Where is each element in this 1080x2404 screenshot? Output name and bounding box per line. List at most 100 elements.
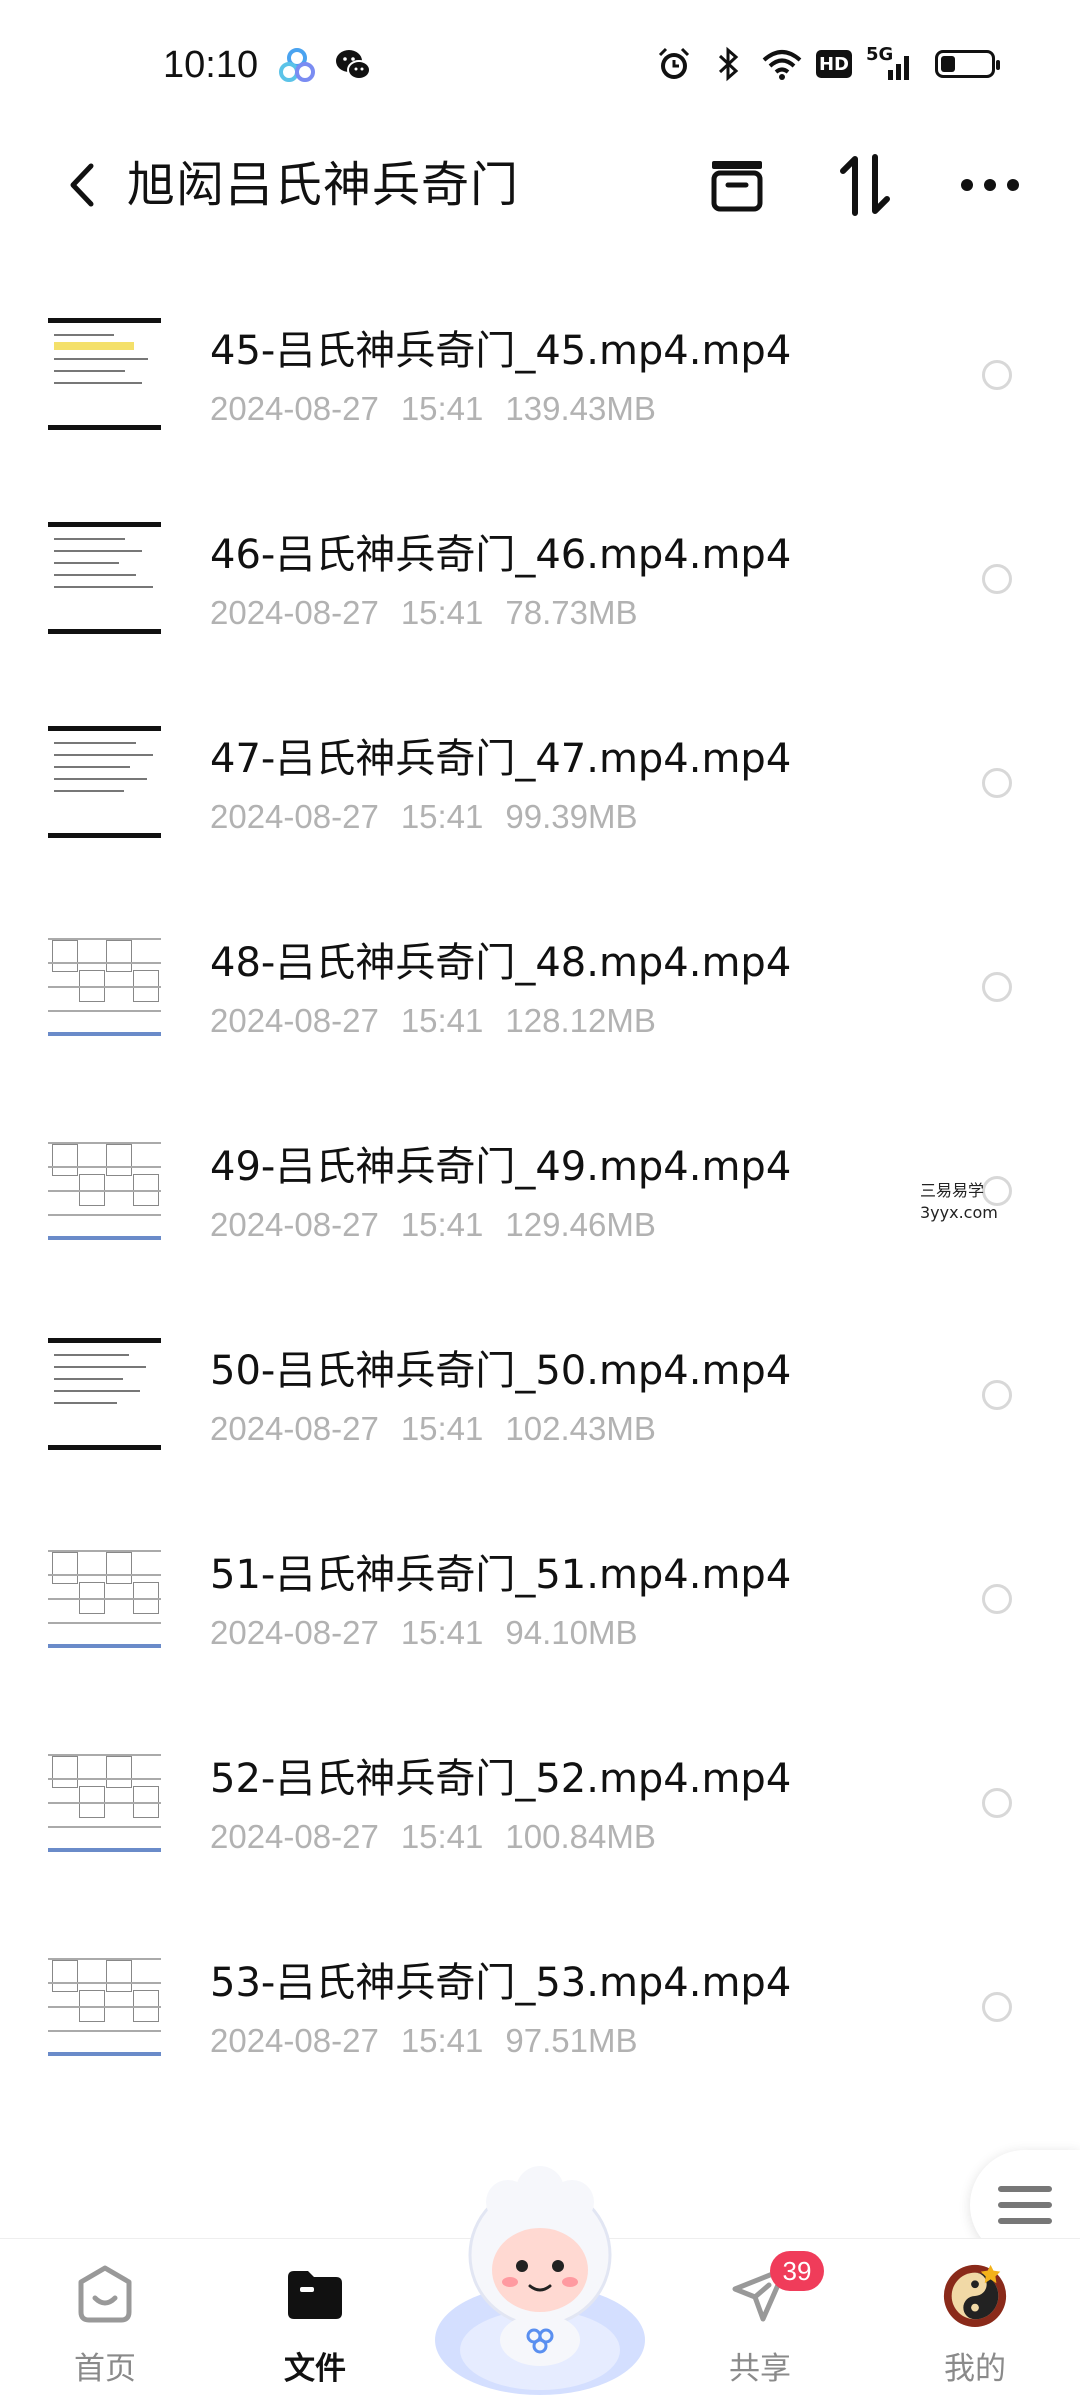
file-meta: 2024-08-27 15:41 100.84MB bbox=[210, 1818, 678, 1856]
file-size: 99.39MB bbox=[505, 798, 638, 835]
watermark-line2: 3yyx.com bbox=[920, 1203, 998, 1222]
hd-icon: HD bbox=[816, 50, 852, 78]
file-time: 15:41 bbox=[400, 1614, 484, 1651]
file-meta: 2024-08-27 15:41 128.12MB bbox=[210, 1002, 678, 1040]
archive-icon bbox=[711, 161, 763, 212]
more-button[interactable] bbox=[955, 150, 1025, 220]
file-meta: 2024-08-27 15:41 102.43MB bbox=[210, 1410, 678, 1448]
file-name: 52-吕氏神兵奇门_52.mp4.mp4 bbox=[210, 1756, 792, 1802]
back-icon bbox=[70, 163, 94, 207]
file-date: 2024-08-27 bbox=[210, 1002, 379, 1039]
status-time: 10:10 bbox=[163, 44, 259, 86]
select-radio[interactable] bbox=[982, 1992, 1012, 2022]
file-size: 128.12MB bbox=[505, 1002, 656, 1039]
battery-icon bbox=[930, 44, 1000, 84]
alarm-icon bbox=[654, 44, 694, 84]
file-time: 15:41 bbox=[400, 2022, 484, 2059]
file-size: 94.10MB bbox=[505, 1614, 638, 1651]
file-size: 139.43MB bbox=[505, 390, 656, 427]
file-row[interactable]: 45-吕氏神兵奇门_45.mp4.mp4 2024-08-27 15:41 139.4… bbox=[0, 290, 1080, 494]
select-radio[interactable] bbox=[982, 360, 1012, 390]
select-radio[interactable] bbox=[982, 972, 1012, 1002]
status-bar: 10:10 HD 5G bbox=[0, 0, 1080, 130]
page-title: 旭闳吕氏神兵奇门 bbox=[127, 157, 520, 213]
nav-share[interactable]: 39 共享 bbox=[700, 2251, 824, 2399]
mascot-icon bbox=[435, 2166, 645, 2395]
file-row[interactable]: 50-吕氏神兵奇门_50.mp4.mp4 2024-08-27 15:41 102.4… bbox=[0, 1310, 1080, 1514]
file-time: 15:41 bbox=[400, 1818, 484, 1855]
file-size: 97.51MB bbox=[505, 2022, 638, 2059]
video-thumbnail bbox=[48, 1132, 161, 1248]
file-name: 49-吕氏神兵奇门_49.mp4.mp4 bbox=[210, 1144, 792, 1190]
select-radio[interactable] bbox=[982, 1584, 1012, 1614]
file-date: 2024-08-27 bbox=[210, 1614, 379, 1651]
nav-home[interactable]: 首页 bbox=[45, 2259, 165, 2399]
video-thumbnail bbox=[48, 1744, 161, 1860]
bluetooth-icon bbox=[708, 44, 748, 84]
folder-icon bbox=[280, 2259, 350, 2329]
nav-home-label: 首页 bbox=[74, 2351, 136, 2387]
file-date: 2024-08-27 bbox=[210, 1206, 379, 1243]
file-name: 46-吕氏神兵奇门_46.mp4.mp4 bbox=[210, 532, 792, 578]
file-time: 15:41 bbox=[400, 390, 484, 427]
nav-files-label: 文件 bbox=[284, 2351, 346, 2387]
file-name: 47-吕氏神兵奇门_47.mp4.mp4 bbox=[210, 736, 792, 782]
menu-lines-icon bbox=[998, 2186, 1052, 2224]
file-row[interactable]: 52-吕氏神兵奇门_52.mp4.mp4 2024-08-27 15:41 100.8… bbox=[0, 1718, 1080, 1922]
home-icon bbox=[70, 2259, 140, 2329]
nav-share-label: 共享 bbox=[729, 2351, 791, 2387]
file-date: 2024-08-27 bbox=[210, 2022, 379, 2059]
select-radio[interactable] bbox=[982, 768, 1012, 798]
select-radio[interactable] bbox=[982, 1380, 1012, 1410]
file-date: 2024-08-27 bbox=[210, 798, 379, 835]
file-row[interactable]: 51-吕氏神兵奇门_51.mp4.mp4 2024-08-27 15:41 94.10… bbox=[0, 1514, 1080, 1718]
file-date: 2024-08-27 bbox=[210, 1410, 379, 1447]
file-name: 51-吕氏神兵奇门_51.mp4.mp4 bbox=[210, 1552, 792, 1598]
file-row[interactable]: 49-吕氏神兵奇门_49.mp4.mp4 2024-08-27 15:41 129.4… bbox=[0, 1106, 1080, 1310]
file-name: 50-吕氏神兵奇门_50.mp4.mp4 bbox=[210, 1348, 792, 1394]
file-date: 2024-08-27 bbox=[210, 1818, 379, 1855]
file-time: 15:41 bbox=[400, 1002, 484, 1039]
nav-profile[interactable]: 我的 bbox=[915, 2259, 1035, 2399]
file-name: 48-吕氏神兵奇门_48.mp4.mp4 bbox=[210, 940, 792, 986]
file-size: 78.73MB bbox=[505, 594, 638, 631]
sort-icon bbox=[840, 154, 890, 216]
video-thumbnail bbox=[48, 724, 161, 840]
header: 旭闳吕氏神兵奇门 bbox=[0, 130, 1080, 240]
archive-button[interactable] bbox=[702, 150, 772, 220]
video-thumbnail bbox=[48, 520, 161, 636]
file-size: 100.84MB bbox=[505, 1818, 656, 1855]
file-date: 2024-08-27 bbox=[210, 390, 379, 427]
file-size: 102.43MB bbox=[505, 1410, 656, 1447]
file-row[interactable]: 48-吕氏神兵奇门_48.mp4.mp4 2024-08-27 15:41 128.1… bbox=[0, 902, 1080, 1106]
nav-profile-label: 我的 bbox=[944, 2351, 1006, 2387]
select-radio[interactable] bbox=[982, 564, 1012, 594]
wechat-icon bbox=[334, 46, 372, 84]
share-badge: 39 bbox=[770, 2251, 824, 2291]
back-button[interactable] bbox=[52, 150, 112, 220]
sort-button[interactable] bbox=[830, 150, 900, 220]
cloud-app-icon bbox=[278, 46, 316, 84]
watermark: 三易易学 3yyx.com bbox=[920, 1180, 998, 1224]
more-icon bbox=[961, 179, 1019, 191]
video-thumbnail bbox=[48, 1336, 161, 1452]
select-radio[interactable] bbox=[982, 1788, 1012, 1818]
file-time: 15:41 bbox=[400, 1410, 484, 1447]
video-thumbnail bbox=[48, 1540, 161, 1656]
file-name: 45-吕氏神兵奇门_45.mp4.mp4 bbox=[210, 328, 792, 374]
file-row[interactable]: 47-吕氏神兵奇门_47.mp4.mp4 2024-08-27 15:41 99.39… bbox=[0, 698, 1080, 902]
video-thumbnail bbox=[48, 316, 161, 432]
file-meta: 2024-08-27 15:41 78.73MB bbox=[210, 594, 660, 632]
mascot-button[interactable] bbox=[430, 2140, 650, 2400]
nav-files[interactable]: 文件 bbox=[255, 2259, 375, 2399]
file-row[interactable]: 53-吕氏神兵奇门_53.mp4.mp4 2024-08-27 15:41 97.51… bbox=[0, 1922, 1080, 2126]
file-time: 15:41 bbox=[400, 798, 484, 835]
file-row[interactable]: 46-吕氏神兵奇门_46.mp4.mp4 2024-08-27 15:41 78.73… bbox=[0, 494, 1080, 698]
file-meta: 2024-08-27 15:41 94.10MB bbox=[210, 1614, 660, 1652]
wifi-icon bbox=[762, 44, 802, 84]
file-time: 15:41 bbox=[400, 1206, 484, 1243]
avatar-icon bbox=[940, 2259, 1010, 2329]
signal-5g-icon: 5G bbox=[866, 44, 916, 84]
file-meta: 2024-08-27 15:41 99.39MB bbox=[210, 798, 660, 836]
watermark-line1: 三易易学 bbox=[920, 1181, 985, 1200]
